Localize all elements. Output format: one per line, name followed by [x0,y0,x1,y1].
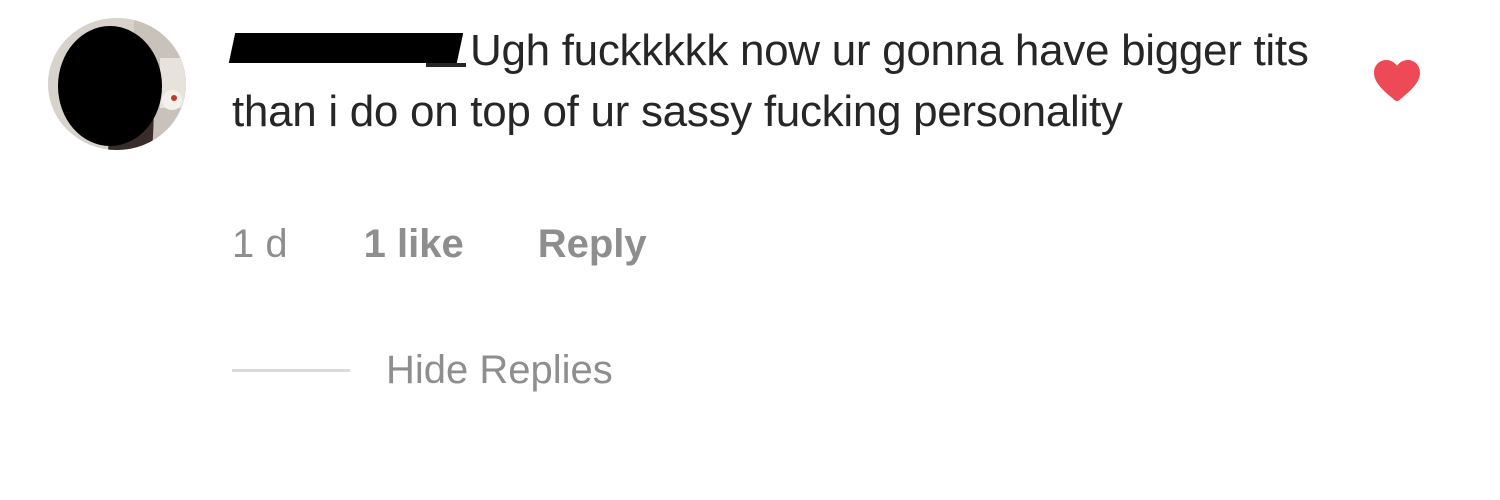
username-underscore [426,63,466,67]
comment-timestamp: 1 d [232,222,288,266]
like-button [1374,60,1420,101]
avatar[interactable] [48,18,186,150]
comment-body: Ugh fuckkkkk now ur gonna have bigger ti… [228,20,1332,142]
comment-like-count[interactable]: 1 like [364,222,464,267]
redaction-bar [228,33,464,63]
avatar-image [48,18,186,150]
heart-filled-icon[interactable] [1373,58,1421,102]
reply-button[interactable]: Reply [538,222,647,267]
comment-item: Ugh fuckkkkk now ur gonna have bigger ti… [0,0,1500,500]
comment-meta: 1 d 1 like Reply [232,222,647,267]
replies-divider-line [232,369,350,372]
username-redacted[interactable] [228,29,466,69]
hide-replies-label: Hide Replies [386,348,613,392]
hide-replies-toggle[interactable]: Hide Replies [232,348,613,393]
